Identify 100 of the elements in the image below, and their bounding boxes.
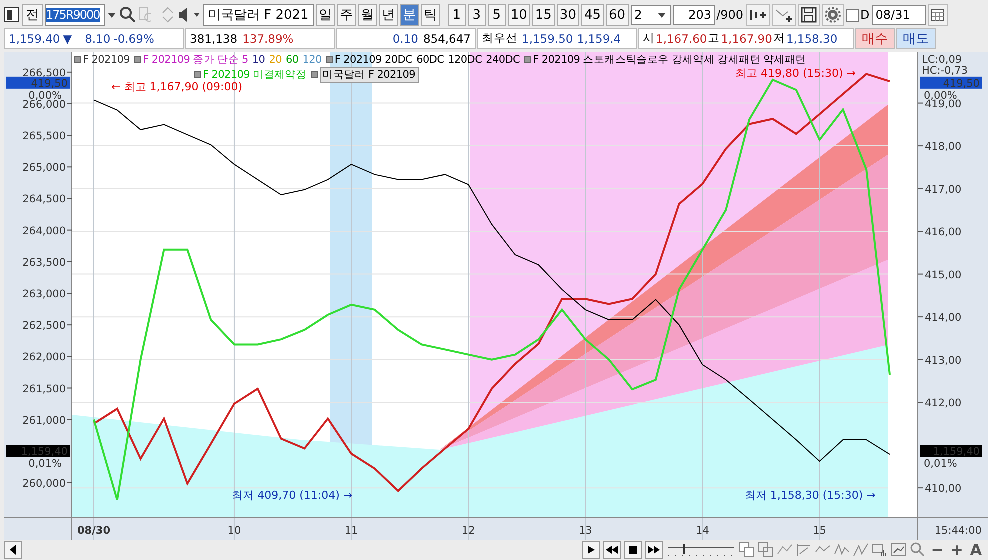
axis-label: 261,000 bbox=[22, 414, 66, 427]
period-tab[interactable]: 월 bbox=[358, 4, 377, 26]
axis-label: 410,00 bbox=[925, 483, 962, 496]
rewind-icon[interactable] bbox=[603, 541, 622, 559]
low-label: 저 bbox=[773, 31, 786, 46]
chart-annotation: 최고 419,80 (15:30) → bbox=[735, 66, 856, 80]
best-label: 최우선 bbox=[482, 31, 518, 46]
search-icon[interactable] bbox=[119, 6, 137, 24]
interval-button[interactable]: 15 bbox=[532, 4, 555, 26]
hc-value: HC:-0,73 bbox=[922, 65, 968, 77]
volume-percent: 137.89% bbox=[242, 32, 294, 46]
settings-icon[interactable] bbox=[822, 4, 844, 26]
wave-icon[interactable] bbox=[853, 542, 870, 558]
best-ask: 1,159.50 bbox=[522, 32, 574, 46]
interval-button[interactable]: 60 bbox=[606, 4, 629, 26]
legend-marker bbox=[134, 56, 142, 63]
axis-label: 263,000 bbox=[22, 288, 66, 300]
time-label: 15:44:00 bbox=[934, 525, 982, 537]
bar-chart-icon[interactable] bbox=[872, 542, 888, 558]
high-value: 1,167.90 bbox=[721, 32, 772, 46]
percent-label: 0,00% bbox=[28, 90, 62, 102]
axis-label: 419,00 bbox=[925, 98, 962, 110]
percent-label: 0,01% bbox=[28, 458, 62, 470]
legend-label: F 202109 종가 단순 5 bbox=[143, 52, 248, 66]
axis-label: 266,000 bbox=[22, 99, 66, 111]
name-field[interactable]: 미국달러 F 2021 bbox=[203, 4, 314, 26]
interval-button[interactable]: 45 bbox=[581, 4, 604, 26]
axis-label: 263,500 bbox=[22, 256, 66, 269]
zoom-out-button[interactable]: − bbox=[929, 541, 946, 559]
axis-label: 418,00 bbox=[925, 141, 962, 154]
period-tab[interactable]: 주 bbox=[336, 4, 356, 26]
previous-button[interactable]: 전 bbox=[22, 4, 43, 26]
legend-label: 120DC bbox=[448, 54, 482, 66]
save-icon[interactable] bbox=[798, 4, 820, 26]
speed-slider-icon[interactable] bbox=[666, 542, 736, 558]
legend-label: F 202109 미결제약정 bbox=[203, 68, 307, 82]
sell-button[interactable]: 매도 bbox=[896, 28, 936, 49]
axis-label: 08/30 bbox=[77, 525, 111, 537]
trendline-icon[interactable] bbox=[796, 542, 812, 558]
wave-icon[interactable] bbox=[834, 542, 850, 558]
stop-icon[interactable] bbox=[624, 541, 642, 559]
open-interest-value: 854,647 bbox=[423, 32, 471, 46]
checkbox-label: D bbox=[860, 8, 870, 22]
fast-forward-icon[interactable] bbox=[645, 541, 664, 559]
lc-value: LC:0,09 bbox=[922, 54, 962, 66]
font-button[interactable]: A bbox=[968, 541, 984, 559]
crosshair-add-icon[interactable] bbox=[746, 4, 770, 26]
legend-label: 240DC bbox=[486, 54, 520, 66]
axis-label: 264,500 bbox=[22, 194, 66, 206]
axis-label: 413,00 bbox=[925, 354, 962, 367]
axis-label: 417,00 bbox=[925, 184, 962, 196]
line-add-icon[interactable] bbox=[772, 4, 796, 26]
interval-button[interactable]: 1 bbox=[448, 4, 466, 26]
window-icon[interactable] bbox=[4, 7, 20, 23]
date-field[interactable]: 08/31 bbox=[872, 5, 926, 25]
calendar-icon[interactable] bbox=[928, 4, 948, 26]
interval-button[interactable]: 3 bbox=[468, 4, 486, 26]
period-tab[interactable]: 분 bbox=[400, 4, 419, 26]
legend-marker bbox=[194, 71, 201, 78]
axis-label: 12 bbox=[462, 525, 476, 537]
axis-label: 11 bbox=[344, 525, 358, 537]
count-field[interactable]: 203 bbox=[672, 5, 715, 25]
low-value: 1,158.30 bbox=[786, 32, 838, 46]
play-icon[interactable] bbox=[582, 541, 600, 559]
period-tab[interactable]: 일 bbox=[316, 4, 335, 26]
zoom-in-button[interactable]: + bbox=[948, 541, 966, 559]
checkbox[interactable] bbox=[846, 8, 859, 22]
axis-label: 265,500 bbox=[22, 130, 66, 143]
count-max: /900 bbox=[716, 8, 744, 22]
chart-window-icon[interactable] bbox=[891, 542, 908, 558]
interval-button[interactable]: 10 bbox=[508, 4, 530, 26]
period-tab[interactable]: 틱 bbox=[420, 4, 440, 26]
best-bid: 1,159.4 bbox=[577, 32, 622, 46]
price-marker: 419,50 bbox=[6, 76, 70, 90]
axis-label: 412,00 bbox=[925, 398, 962, 410]
legend-label: 60 bbox=[286, 54, 299, 66]
change-value: 8.10 bbox=[85, 32, 111, 46]
legend-label: 20 bbox=[269, 54, 282, 66]
grid-icon[interactable] bbox=[739, 542, 756, 558]
multiplier-dropdown[interactable]: 2 bbox=[630, 5, 671, 25]
interval-button[interactable]: 5 bbox=[488, 4, 506, 26]
overlap-icon[interactable] bbox=[758, 542, 774, 558]
interval-button[interactable]: 30 bbox=[556, 4, 580, 26]
legend-label: F 202109 bbox=[83, 54, 130, 66]
scroll-left-icon[interactable] bbox=[4, 541, 22, 559]
price-value: 1,159.40 bbox=[9, 32, 60, 46]
speaker-icon[interactable] bbox=[177, 6, 201, 24]
chart-annotation: 최저 1,158,30 (15:30) → bbox=[744, 488, 876, 502]
axis-label: 260,000 bbox=[22, 478, 66, 490]
axis-label: 415,00 bbox=[925, 269, 962, 282]
buy-button[interactable]: 매수 bbox=[855, 28, 895, 49]
legend-label: 10 bbox=[252, 54, 266, 66]
caret-icon bbox=[656, 10, 667, 20]
code-field[interactable]: 175R9000 bbox=[45, 4, 105, 26]
axis-label: 10 bbox=[228, 525, 242, 537]
price-marker: 419,50 bbox=[920, 76, 982, 90]
period-tab[interactable]: 년 bbox=[378, 4, 398, 26]
chart-annotation: ← 최고 1,167,90 (09:00) bbox=[112, 80, 243, 94]
axis-label: 261,500 bbox=[22, 383, 66, 396]
legend-marker bbox=[524, 56, 532, 63]
